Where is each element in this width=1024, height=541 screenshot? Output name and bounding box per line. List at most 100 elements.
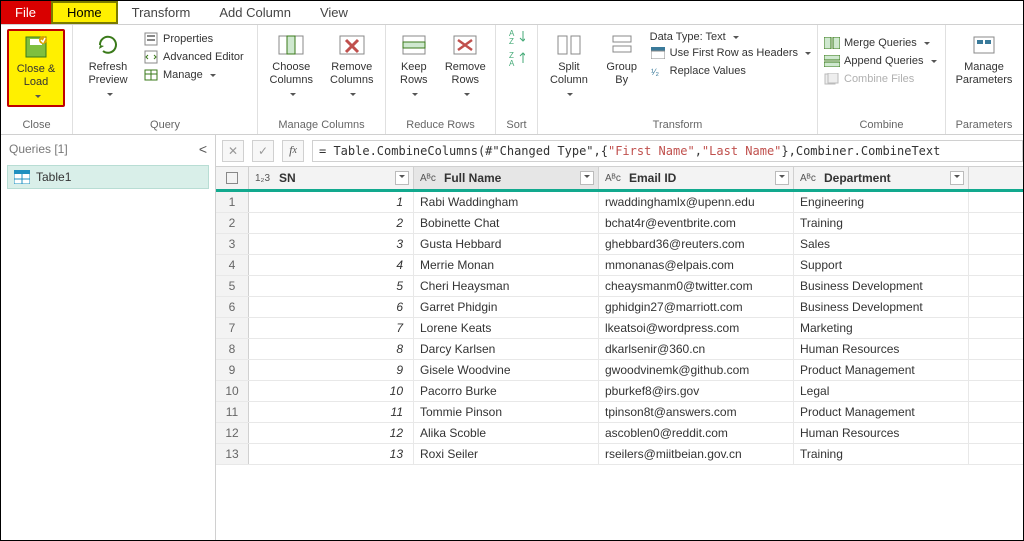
cell-email[interactable]: bchat4r@eventbrite.com: [599, 213, 794, 233]
table-row[interactable]: 1212Alika Scobleascoblen0@reddit.comHuma…: [216, 423, 1023, 444]
column-header-email[interactable]: Aᴮc Email ID: [599, 167, 794, 189]
table-row[interactable]: 77Lorene Keatslkeatsoi@wordpress.comMark…: [216, 318, 1023, 339]
cell-email[interactable]: ghebbard36@reuters.com: [599, 234, 794, 254]
cell-email[interactable]: tpinson8t@answers.com: [599, 402, 794, 422]
group-by-button[interactable]: Group By: [600, 29, 644, 88]
table-row[interactable]: 66Garret Phidgingphidgin27@marriott.comB…: [216, 297, 1023, 318]
cell-email[interactable]: ascoblen0@reddit.com: [599, 423, 794, 443]
keep-rows-button[interactable]: Keep Rows: [392, 29, 436, 103]
query-item-table1[interactable]: Table1: [7, 165, 209, 189]
table-corner-button[interactable]: [216, 167, 249, 189]
cell-name[interactable]: Gisele Woodvine: [414, 360, 599, 380]
cell-name[interactable]: Gusta Hebbard: [414, 234, 599, 254]
cell-dept[interactable]: Business Development: [794, 276, 969, 296]
cell-dept[interactable]: Training: [794, 213, 969, 233]
cell-name[interactable]: Merrie Monan: [414, 255, 599, 275]
cell-dept[interactable]: Legal: [794, 381, 969, 401]
table-row[interactable]: 22Bobinette Chatbchat4r@eventbrite.comTr…: [216, 213, 1023, 234]
cell-name[interactable]: Cheri Heaysman: [414, 276, 599, 296]
column-filter-button[interactable]: [580, 171, 594, 185]
cell-sn[interactable]: 13: [249, 444, 414, 464]
cell-name[interactable]: Bobinette Chat: [414, 213, 599, 233]
cell-name[interactable]: Roxi Seiler: [414, 444, 599, 464]
remove-rows-button[interactable]: Remove Rows: [442, 29, 489, 103]
combine-files-button[interactable]: Combine Files: [824, 71, 937, 87]
table-row[interactable]: 1010Pacorro Burkepburkef8@irs.govLegal: [216, 381, 1023, 402]
append-queries-button[interactable]: Append Queries: [824, 53, 937, 69]
cell-sn[interactable]: 2: [249, 213, 414, 233]
cell-email[interactable]: pburkef8@irs.gov: [599, 381, 794, 401]
cell-email[interactable]: gphidgin27@marriott.com: [599, 297, 794, 317]
cell-sn[interactable]: 4: [249, 255, 414, 275]
cell-email[interactable]: lkeatsoi@wordpress.com: [599, 318, 794, 338]
column-filter-button[interactable]: [950, 171, 964, 185]
formula-input[interactable]: = Table.CombineColumns(#"Changed Type",{…: [312, 140, 1023, 162]
column-header-full-name[interactable]: Aᴮc Full Name: [414, 167, 599, 189]
refresh-preview-button[interactable]: Refresh Preview: [79, 29, 137, 103]
choose-columns-button[interactable]: Choose Columns: [264, 29, 319, 103]
cell-email[interactable]: cheaysmanm0@twitter.com: [599, 276, 794, 296]
cell-email[interactable]: dkarlsenir@360.cn: [599, 339, 794, 359]
cancel-formula-button[interactable]: ✕: [222, 140, 244, 162]
remove-columns-button[interactable]: Remove Columns: [325, 29, 380, 103]
table-row[interactable]: 1111Tommie Pinsontpinson8t@answers.comPr…: [216, 402, 1023, 423]
tab-view[interactable]: View: [306, 1, 363, 24]
cell-sn[interactable]: 8: [249, 339, 414, 359]
cell-dept[interactable]: Product Management: [794, 360, 969, 380]
table-row[interactable]: 1313Roxi Seilerrseilers@miitbeian.gov.cn…: [216, 444, 1023, 465]
replace-values-button[interactable]: ¹⁄₂ Replace Values: [650, 63, 811, 79]
cell-dept[interactable]: Marketing: [794, 318, 969, 338]
cell-dept[interactable]: Training: [794, 444, 969, 464]
tab-transform[interactable]: Transform: [118, 1, 206, 24]
cell-sn[interactable]: 7: [249, 318, 414, 338]
cell-dept[interactable]: Sales: [794, 234, 969, 254]
cell-sn[interactable]: 10: [249, 381, 414, 401]
cell-name[interactable]: Darcy Karlsen: [414, 339, 599, 359]
table-row[interactable]: 44Merrie Monanmmonanas@elpais.comSupport: [216, 255, 1023, 276]
cell-email[interactable]: gwoodvinemk@github.com: [599, 360, 794, 380]
manage-parameters-button[interactable]: Manage Parameters: [952, 29, 1016, 88]
tab-add-column[interactable]: Add Column: [205, 1, 306, 24]
cell-name[interactable]: Tommie Pinson: [414, 402, 599, 422]
cell-sn[interactable]: 11: [249, 402, 414, 422]
table-row[interactable]: 55Cheri Heaysmancheaysmanm0@twitter.comB…: [216, 276, 1023, 297]
column-header-department[interactable]: Aᴮc Department: [794, 167, 969, 189]
cell-sn[interactable]: 5: [249, 276, 414, 296]
close-and-load-button[interactable]: Close & Load: [7, 29, 65, 107]
sort-asc-button[interactable]: AZ: [509, 29, 525, 45]
tab-file[interactable]: File: [1, 1, 51, 24]
merge-queries-button[interactable]: Merge Queries: [824, 35, 937, 51]
cell-email[interactable]: rwaddinghamlx@upenn.edu: [599, 192, 794, 212]
cell-sn[interactable]: 6: [249, 297, 414, 317]
cell-dept[interactable]: Engineering: [794, 192, 969, 212]
column-filter-button[interactable]: [775, 171, 789, 185]
column-header-sn[interactable]: 1₂3 SN: [249, 167, 414, 189]
cell-email[interactable]: rseilers@miitbeian.gov.cn: [599, 444, 794, 464]
data-type-button[interactable]: Data Type: Text: [650, 31, 811, 43]
cell-sn[interactable]: 12: [249, 423, 414, 443]
properties-button[interactable]: Properties: [143, 31, 244, 47]
tab-home[interactable]: Home: [51, 1, 118, 24]
cell-dept[interactable]: Human Resources: [794, 339, 969, 359]
cell-dept[interactable]: Human Resources: [794, 423, 969, 443]
cell-email[interactable]: mmonanas@elpais.com: [599, 255, 794, 275]
table-row[interactable]: 33Gusta Hebbardghebbard36@reuters.comSal…: [216, 234, 1023, 255]
accept-formula-button[interactable]: ✓: [252, 140, 274, 162]
cell-sn[interactable]: 1: [249, 192, 414, 212]
cell-sn[interactable]: 9: [249, 360, 414, 380]
manage-button[interactable]: Manage: [143, 67, 244, 83]
cell-name[interactable]: Lorene Keats: [414, 318, 599, 338]
cell-dept[interactable]: Support: [794, 255, 969, 275]
column-filter-button[interactable]: [395, 171, 409, 185]
collapse-pane-button[interactable]: <: [199, 141, 207, 157]
sort-desc-button[interactable]: ZA: [509, 51, 525, 67]
use-first-row-headers-button[interactable]: Use First Row as Headers: [650, 45, 811, 61]
cell-name[interactable]: Garret Phidgin: [414, 297, 599, 317]
table-row[interactable]: 11Rabi Waddinghamrwaddinghamlx@upenn.edu…: [216, 192, 1023, 213]
cell-dept[interactable]: Business Development: [794, 297, 969, 317]
table-row[interactable]: 99Gisele Woodvinegwoodvinemk@github.comP…: [216, 360, 1023, 381]
cell-sn[interactable]: 3: [249, 234, 414, 254]
cell-name[interactable]: Pacorro Burke: [414, 381, 599, 401]
advanced-editor-button[interactable]: Advanced Editor: [143, 49, 244, 65]
cell-name[interactable]: Alika Scoble: [414, 423, 599, 443]
